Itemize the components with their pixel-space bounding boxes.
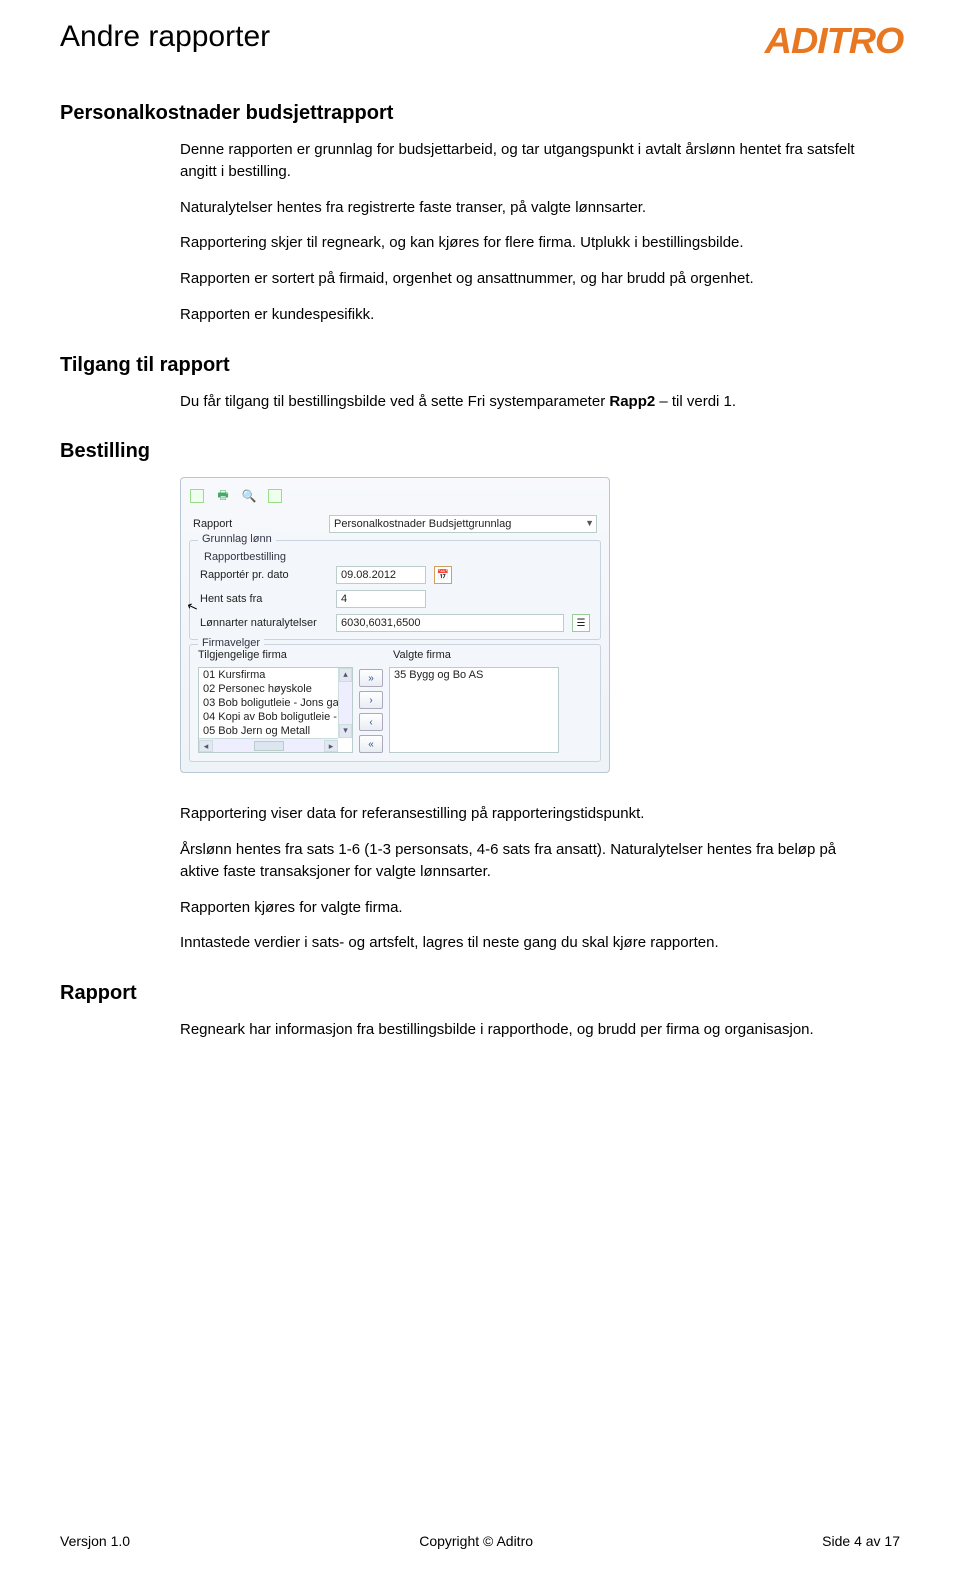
footer-copyright: Copyright © Aditro xyxy=(419,1533,533,1549)
paragraph: Regneark har informasjon fra bestillings… xyxy=(180,1019,860,1041)
toolbar-icon[interactable] xyxy=(189,488,205,504)
group-legend: Grunnlag lønn xyxy=(198,533,276,545)
paragraph: Rapportering viser data for referansesti… xyxy=(180,803,860,825)
paragraph: Rapporten kjøres for valgte firma. xyxy=(180,897,860,919)
move-right-button[interactable]: › xyxy=(359,691,383,709)
vertical-scrollbar[interactable]: ▴ ▾ xyxy=(338,668,352,738)
move-all-left-button[interactable]: « xyxy=(359,735,383,753)
firmavelger-group: Firmavelger Tilgjengelige firma Valgte f… xyxy=(189,644,601,762)
toolbar-icon[interactable] xyxy=(267,488,283,504)
scroll-left-icon[interactable]: ◂ xyxy=(199,740,213,752)
section-tilgang-title: Tilgang til rapport xyxy=(60,354,900,377)
sub-legend: Rapportbestilling xyxy=(194,551,596,563)
scroll-thumb[interactable] xyxy=(254,741,284,751)
page-footer: Versjon 1.0 Copyright © Aditro Side 4 av… xyxy=(60,1533,900,1549)
paragraph: Rapporten er kundespesifikk. xyxy=(180,304,860,326)
paragraph: Rapportering skjer til regneark, og kan … xyxy=(180,232,860,254)
selected-header: Valgte firma xyxy=(393,649,451,661)
scroll-up-icon[interactable]: ▴ xyxy=(339,668,352,682)
scroll-down-icon[interactable]: ▾ xyxy=(339,724,352,738)
app-screenshot: 🖶 🔍 Rapport Personalkostnader Budsjettgr… xyxy=(180,477,610,773)
hent-sats-label: Hent sats fra xyxy=(200,593,330,605)
list-item[interactable]: 01 Kursfirma xyxy=(199,668,352,682)
aditro-logo: ADITRO xyxy=(765,20,904,62)
input-value: 6030,6031,6500 xyxy=(341,617,421,629)
section-personalkostnader-title: Personalkostnader budsjettrapport xyxy=(60,102,900,125)
calendar-icon[interactable]: 📅 xyxy=(434,566,452,584)
paragraph: Rapporten er sortert på firmaid, orgenhe… xyxy=(180,268,860,290)
input-value: 09.08.2012 xyxy=(341,569,396,581)
rapport-label: Rapport xyxy=(193,518,323,530)
dato-input[interactable]: 09.08.2012 xyxy=(336,566,426,584)
combo-value: Personalkostnader Budsjettgrunnlag xyxy=(334,518,511,530)
rapport-combo[interactable]: Personalkostnader Budsjettgrunnlag ▼ xyxy=(329,515,597,533)
hent-sats-input[interactable]: 4 xyxy=(336,590,426,608)
list-item[interactable]: 05 Bob Jern og Metall xyxy=(199,724,352,738)
paragraph: Inntastede verdier i sats- og artsfelt, … xyxy=(180,932,860,954)
section-rapport-title: Rapport xyxy=(60,982,900,1005)
paragraph: Naturalytelser hentes fra registrerte fa… xyxy=(180,197,860,219)
toolbar: 🖶 🔍 xyxy=(187,484,603,512)
move-left-button[interactable]: ‹ xyxy=(359,713,383,731)
list-item[interactable]: 02 Personec høyskole xyxy=(199,682,352,696)
text-span: Du får tilgang til bestillingsbilde ved … xyxy=(180,393,609,410)
print-icon[interactable]: 🖶 xyxy=(215,488,231,504)
list-item[interactable]: 03 Bob boligutleie - Jons ga xyxy=(199,696,352,710)
available-firma-listbox[interactable]: 01 Kursfirma 02 Personec høyskole 03 Bob… xyxy=(198,667,353,753)
chevron-down-icon: ▼ xyxy=(585,518,594,528)
lonnarter-label: Lønnarter naturalytelser xyxy=(200,617,330,629)
selected-firma-listbox[interactable]: 35 Bygg og Bo AS xyxy=(389,667,559,753)
move-buttons: » › ‹ « xyxy=(359,669,383,753)
list-item[interactable]: 35 Bygg og Bo AS xyxy=(390,668,558,682)
paragraph: Denne rapporten er grunnlag for budsjett… xyxy=(180,139,860,183)
available-header: Tilgjengelige firma xyxy=(198,649,363,661)
dato-label: Rapportér pr. dato xyxy=(200,569,330,581)
text-span: – til verdi 1. xyxy=(655,393,736,410)
paragraph: Du får tilgang til bestillingsbilde ved … xyxy=(180,391,860,413)
input-value: 4 xyxy=(341,593,347,605)
grunnlag-lonn-group: Grunnlag lønn Rapportbestilling Rapporté… xyxy=(189,540,601,640)
list-item[interactable]: 04 Kopi av Bob boligutleie - xyxy=(199,710,352,724)
lonnarter-input[interactable]: 6030,6031,6500 xyxy=(336,614,564,632)
footer-version: Versjon 1.0 xyxy=(60,1533,130,1549)
lookup-icon[interactable]: ☰ xyxy=(572,614,590,632)
paragraph: Årslønn hentes fra sats 1-6 (1-3 persons… xyxy=(180,839,860,883)
text-bold: Rapp2 xyxy=(609,393,655,410)
scroll-right-icon[interactable]: ▸ xyxy=(324,740,338,752)
search-icon[interactable]: 🔍 xyxy=(241,488,257,504)
footer-page-number: Side 4 av 17 xyxy=(822,1533,900,1549)
group-legend: Firmavelger xyxy=(198,637,264,649)
horizontal-scrollbar[interactable]: ◂ ▸ xyxy=(199,738,338,752)
document-header-title: Andre rapporter xyxy=(60,20,270,54)
section-bestilling-title: Bestilling xyxy=(60,440,900,463)
move-all-right-button[interactable]: » xyxy=(359,669,383,687)
